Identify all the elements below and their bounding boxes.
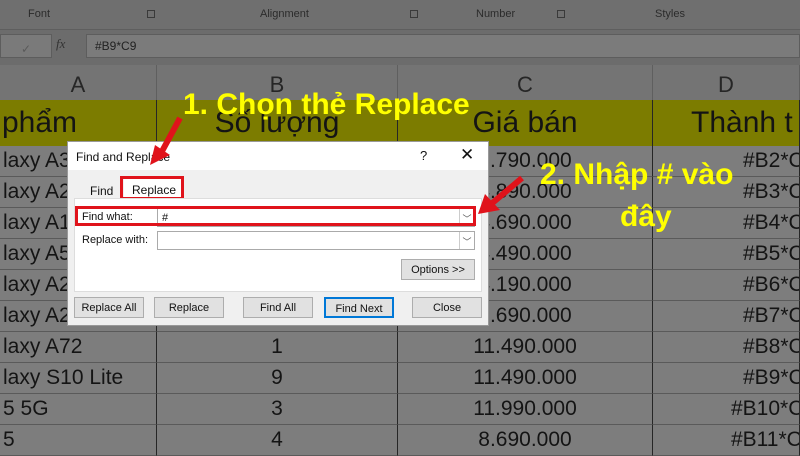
arrow-icon [150,116,183,165]
arrow-icon [478,175,524,214]
arrow-overlay [150,116,524,214]
